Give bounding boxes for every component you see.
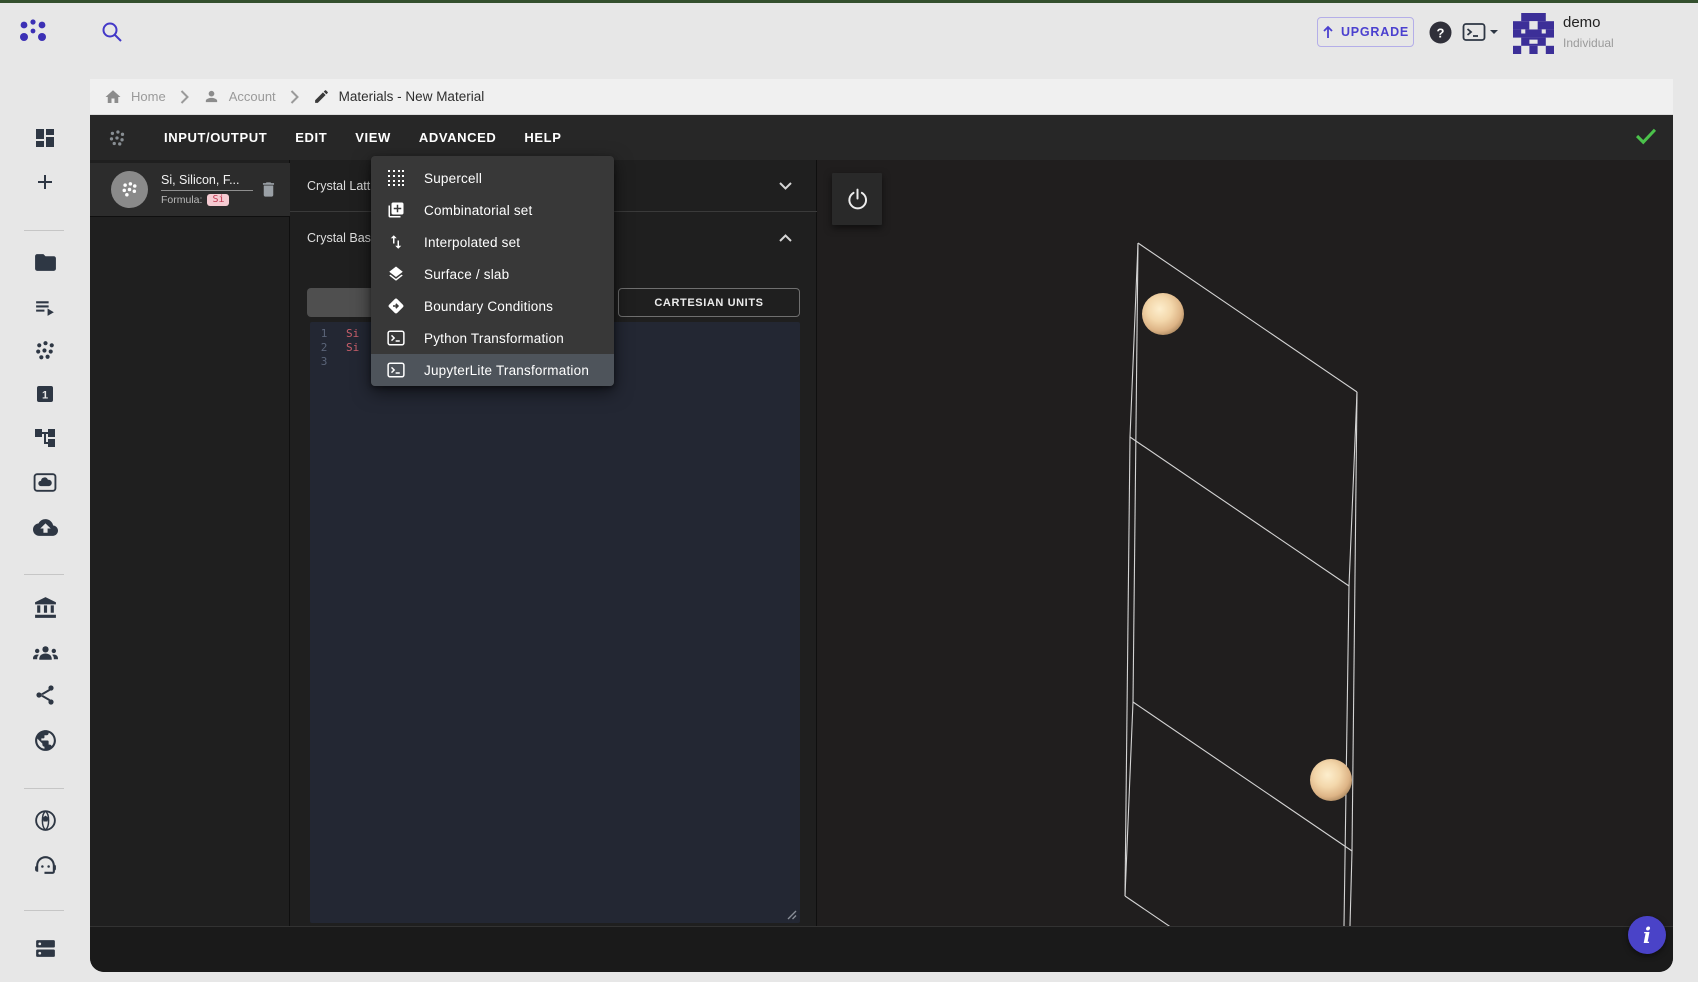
- line-code: Si: [338, 341, 359, 355]
- jobs-list-icon[interactable]: [0, 295, 90, 320]
- material-list-item[interactable]: Si, Silicon, F... Formula: Si: [90, 163, 290, 217]
- resize-handle-icon[interactable]: [784, 907, 798, 921]
- layers-icon: [387, 265, 405, 283]
- atom-si-bottom: [1310, 759, 1352, 801]
- boundary-diamond-icon: [387, 297, 405, 315]
- mat3ra-logo[interactable]: [18, 16, 48, 46]
- sidebar-divider: [24, 230, 64, 231]
- breadcrumb: Home Account Materials - New Material: [90, 79, 1673, 115]
- saved-check-icon: [1635, 127, 1657, 145]
- user-plan: Individual: [1563, 36, 1614, 50]
- upgrade-button[interactable]: UPGRADE: [1317, 17, 1414, 47]
- storage-icon[interactable]: [0, 936, 90, 961]
- content-area: Si, Silicon, F... Formula: Si Crystal La…: [90, 160, 1673, 926]
- viewer-ball-icon[interactable]: [0, 808, 90, 833]
- swap-vert-icon: [387, 233, 405, 251]
- menu-item-interpolated-set[interactable]: Interpolated set: [371, 226, 614, 258]
- svg-text:?: ?: [1437, 26, 1445, 41]
- team-icon[interactable]: [0, 640, 90, 665]
- materials-list-panel: Si, Silicon, F... Formula: Si: [90, 160, 290, 926]
- line-number: 2: [310, 341, 338, 355]
- top-header: UPGRADE ?: [0, 3, 1698, 79]
- line-number: 3: [310, 355, 338, 369]
- material-avatar: [111, 171, 148, 208]
- formula-badge: Si: [207, 194, 229, 206]
- library-add-icon: [387, 201, 405, 219]
- supercell-grid-icon: [387, 169, 405, 187]
- workflow-tree-icon[interactable]: [0, 426, 90, 450]
- bank-card-one-icon[interactable]: 1: [0, 382, 90, 406]
- menu-advanced[interactable]: ADVANCED: [405, 115, 511, 160]
- chevron-up-icon: [779, 234, 792, 242]
- formula-label: Formula:: [161, 194, 202, 206]
- folder-icon[interactable]: [0, 250, 90, 275]
- cloud-frame-icon[interactable]: [0, 470, 90, 495]
- bank-icon[interactable]: [0, 595, 90, 620]
- basis-code-editor[interactable]: 1 Si 2 Si 3: [310, 322, 800, 923]
- advanced-dropdown-menu: Supercell Combinatorial set Interpolated…: [371, 156, 614, 386]
- user-name[interactable]: demo: [1563, 14, 1601, 31]
- person-icon: [203, 88, 220, 105]
- terminal-icon: [387, 329, 405, 347]
- menu-view[interactable]: VIEW: [341, 115, 405, 160]
- home-icon: [104, 88, 122, 106]
- line-number: 1: [310, 327, 338, 341]
- chevron-down-icon: [779, 182, 792, 190]
- crystal-cell-wireframe: [817, 160, 1672, 926]
- menu-help[interactable]: HELP: [510, 115, 575, 160]
- line-code: Si: [338, 327, 359, 341]
- menu-item-python-transformation[interactable]: Python Transformation: [371, 322, 614, 354]
- upgrade-label: UPGRADE: [1341, 25, 1409, 39]
- crystal-lattice-label: Crystal Latt...: [307, 179, 381, 193]
- sidebar-divider: [24, 574, 64, 575]
- sidebar-divider: [24, 788, 64, 789]
- material-name: Si, Silicon, F...: [161, 173, 253, 191]
- upload-arrow-icon: [1322, 25, 1334, 39]
- designer-toolbar: INPUT/OUTPUT EDIT VIEW ADVANCED HELP: [90, 115, 1673, 160]
- help-icon[interactable]: ?: [1429, 21, 1452, 44]
- menu-item-supercell[interactable]: Supercell: [371, 162, 614, 194]
- breadcrumb-current[interactable]: Materials - New Material: [313, 88, 485, 105]
- caret-down-icon: [1489, 28, 1499, 36]
- molecule-dots-icon: [106, 127, 128, 149]
- svg-text:1: 1: [42, 390, 48, 402]
- pencil-icon: [313, 88, 330, 105]
- console-dropdown-icon[interactable]: [1462, 21, 1499, 43]
- dashboard-icon[interactable]: [0, 126, 90, 150]
- menu-input-output[interactable]: INPUT/OUTPUT: [150, 115, 281, 160]
- globe-icon[interactable]: [0, 728, 90, 753]
- breadcrumb-account-label: Account: [229, 89, 276, 104]
- chevron-right-icon: [180, 90, 189, 104]
- app-footer-bar: [90, 926, 1673, 972]
- breadcrumb-current-label: Materials - New Material: [339, 89, 485, 104]
- user-avatar[interactable]: [1513, 13, 1554, 54]
- delete-material-button[interactable]: [259, 180, 278, 199]
- three-d-viewer[interactable]: [817, 160, 1672, 926]
- plus-icon[interactable]: [0, 170, 90, 194]
- breadcrumb-home[interactable]: Home: [104, 88, 166, 106]
- support-agent-icon[interactable]: [0, 853, 90, 878]
- sidebar-divider: [24, 910, 64, 911]
- breadcrumb-home-label: Home: [131, 89, 166, 104]
- menu-item-combinatorial-set[interactable]: Combinatorial set: [371, 194, 614, 226]
- search-icon[interactable]: [100, 20, 124, 44]
- cloud-upload-icon[interactable]: [0, 515, 90, 540]
- materials-designer-app: INPUT/OUTPUT EDIT VIEW ADVANCED HELP Si,…: [90, 115, 1673, 972]
- line-code: [338, 355, 346, 369]
- chevron-right-icon: [290, 90, 299, 104]
- menu-item-surface-slab[interactable]: Surface / slab: [371, 258, 614, 290]
- terminal-icon: [387, 361, 405, 379]
- menu-item-jupyterlite-transformation[interactable]: JupyterLite Transformation: [371, 354, 614, 386]
- cartesian-units-toggle-button[interactable]: CARTESIAN UNITS: [618, 288, 800, 317]
- atom-si-top: [1142, 293, 1184, 335]
- left-sidebar: 1: [0, 60, 90, 982]
- share-icon[interactable]: [0, 683, 90, 707]
- menu-edit[interactable]: EDIT: [281, 115, 341, 160]
- info-button[interactable]: i: [1628, 916, 1666, 954]
- menu-item-boundary-conditions[interactable]: Boundary Conditions: [371, 290, 614, 322]
- info-glyph: i: [1643, 923, 1651, 948]
- breadcrumb-account[interactable]: Account: [203, 88, 276, 105]
- materials-dots-icon[interactable]: [0, 338, 90, 363]
